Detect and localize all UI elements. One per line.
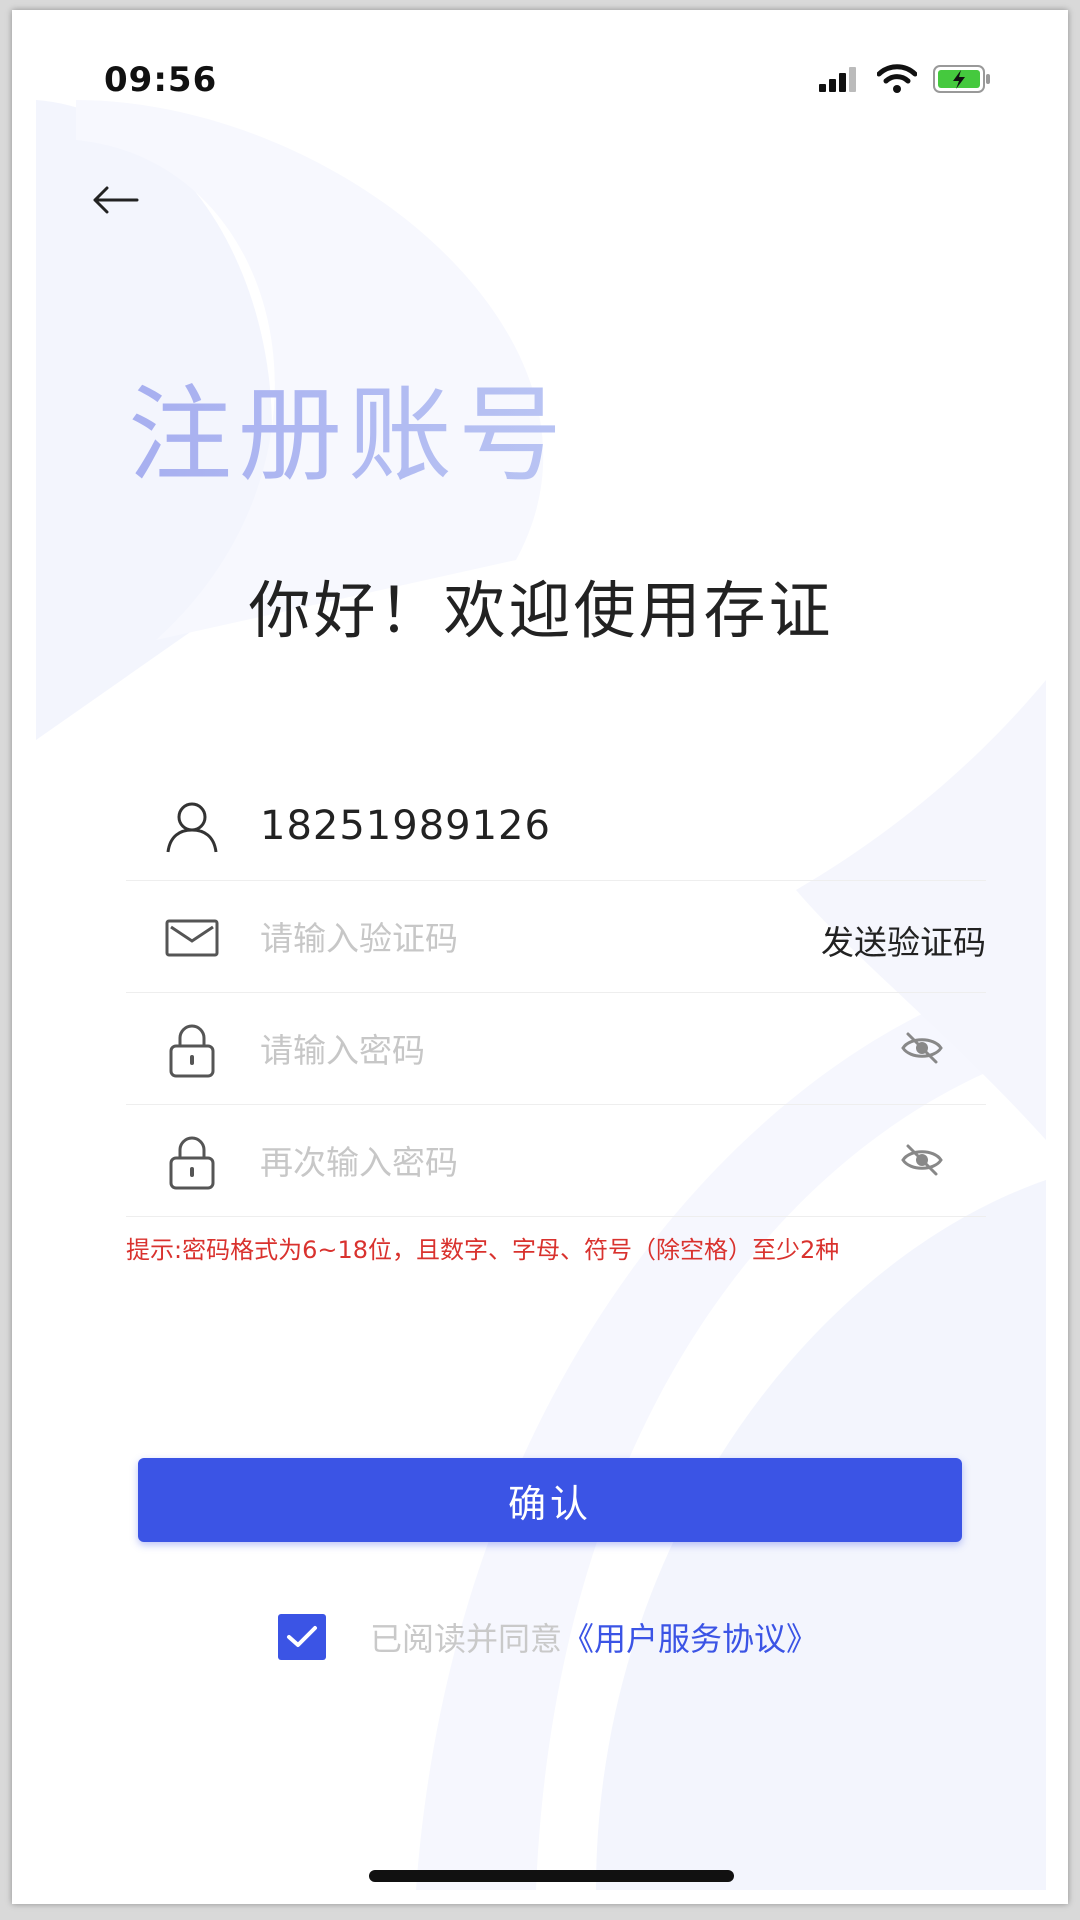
status-icons bbox=[819, 64, 991, 98]
password-hint: 提示:密码格式为6~18位，且数字、字母、符号（除空格）至少2种 bbox=[126, 1236, 840, 1264]
confirm-password-visibility-toggle[interactable] bbox=[898, 1140, 946, 1180]
agreement-checkbox[interactable] bbox=[278, 1614, 326, 1660]
user-agreement-link[interactable]: 《用户服务协议》 bbox=[562, 1614, 818, 1660]
eye-off-icon bbox=[901, 1032, 943, 1064]
agreement-row: 已阅读并同意 《用户服务协议》 bbox=[278, 1612, 818, 1662]
wifi-icon bbox=[876, 64, 918, 98]
verification-code-row: 发送验证码 bbox=[126, 880, 986, 993]
lock-icon bbox=[164, 1022, 220, 1078]
confirm-password-input[interactable] bbox=[260, 1134, 820, 1190]
welcome-text: 你好！欢迎使用存证 bbox=[248, 574, 834, 647]
password-visibility-toggle[interactable] bbox=[898, 1028, 946, 1068]
home-indicator bbox=[369, 1870, 734, 1882]
password-input[interactable] bbox=[260, 1022, 820, 1078]
lock-icon bbox=[164, 1134, 220, 1190]
eye-off-icon bbox=[901, 1144, 943, 1176]
verification-code-input[interactable] bbox=[260, 910, 820, 966]
page-title: 注册账号 bbox=[128, 350, 568, 501]
status-bar: 09:56 bbox=[36, 40, 1046, 120]
envelope-icon bbox=[164, 910, 220, 966]
status-time: 09:56 bbox=[104, 60, 218, 100]
arrow-left-icon bbox=[93, 186, 139, 214]
phone-row bbox=[126, 768, 986, 881]
battery-charging-icon bbox=[933, 64, 991, 98]
confirm-button[interactable]: 确认 bbox=[138, 1458, 962, 1542]
back-button[interactable] bbox=[86, 170, 146, 230]
phone-frame: 09:56 注册账号 你好！欢迎使用存证 18251989126 请输入验证码 … bbox=[12, 10, 1068, 1904]
signal-icon bbox=[819, 66, 861, 96]
agreement-text: 已阅读并同意 bbox=[370, 1620, 563, 1658]
password-row bbox=[126, 992, 986, 1105]
send-code-button[interactable]: 发送验证码 bbox=[821, 916, 986, 964]
user-icon bbox=[164, 798, 220, 854]
confirm-password-row bbox=[126, 1104, 986, 1217]
register-screen: 09:56 注册账号 你好！欢迎使用存证 18251989126 请输入验证码 … bbox=[36, 40, 1046, 1890]
check-icon bbox=[287, 1626, 317, 1647]
phone-input[interactable] bbox=[260, 798, 820, 854]
